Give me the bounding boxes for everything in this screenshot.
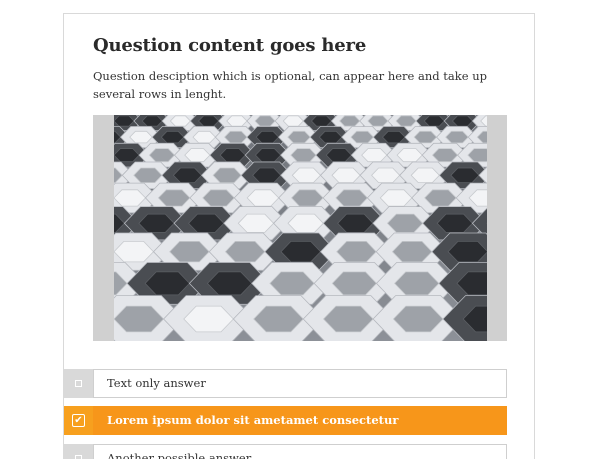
answer-label[interactable]: Lorem ipsum dolor sit ametamet consectet…: [93, 406, 507, 435]
hexagon-cell-inner: [310, 115, 333, 127]
hexagon-cell-inner: [367, 115, 389, 127]
hexagon-cell-inner: [169, 115, 191, 127]
hexagon-cell-inner: [141, 115, 163, 127]
answer-checkbox[interactable]: [64, 444, 93, 459]
checkmark-icon: ✔: [72, 414, 85, 427]
answer-label[interactable]: Text only answer: [93, 369, 507, 398]
answer-checkbox[interactable]: [64, 369, 93, 398]
answer-option-2[interactable]: ✔ Lorem ipsum dolor sit ametamet consect…: [64, 406, 507, 435]
hexagon-cell-inner: [451, 115, 474, 127]
hexagon-cell-inner: [423, 115, 445, 127]
hexagon-cell-inner: [198, 115, 220, 127]
hexagon-cell-inner: [114, 115, 135, 127]
question-title: Question content goes here: [93, 35, 367, 56]
hexagon-cell-inner: [339, 115, 361, 127]
answer-label[interactable]: Another possible answer: [93, 444, 507, 459]
answer-checkbox[interactable]: ✔: [64, 406, 93, 435]
question-description: Question desciption which is optional, c…: [93, 69, 487, 101]
answer-option-3[interactable]: Another possible answer: [64, 444, 507, 459]
hexagon-cell-inner: [254, 115, 276, 127]
question-card: Question content goes here Question desc…: [63, 13, 535, 459]
question-image: [93, 115, 507, 341]
checkbox-empty-icon: [75, 380, 82, 387]
hexagon-cell-inner: [282, 115, 304, 127]
hexagon-cell-inner: [395, 115, 417, 127]
hexagon-cell-inner: [226, 115, 248, 127]
answer-option-1[interactable]: Text only answer: [64, 369, 507, 398]
checkbox-empty-icon: [75, 455, 82, 459]
hexagon-pattern-image: [114, 115, 487, 341]
